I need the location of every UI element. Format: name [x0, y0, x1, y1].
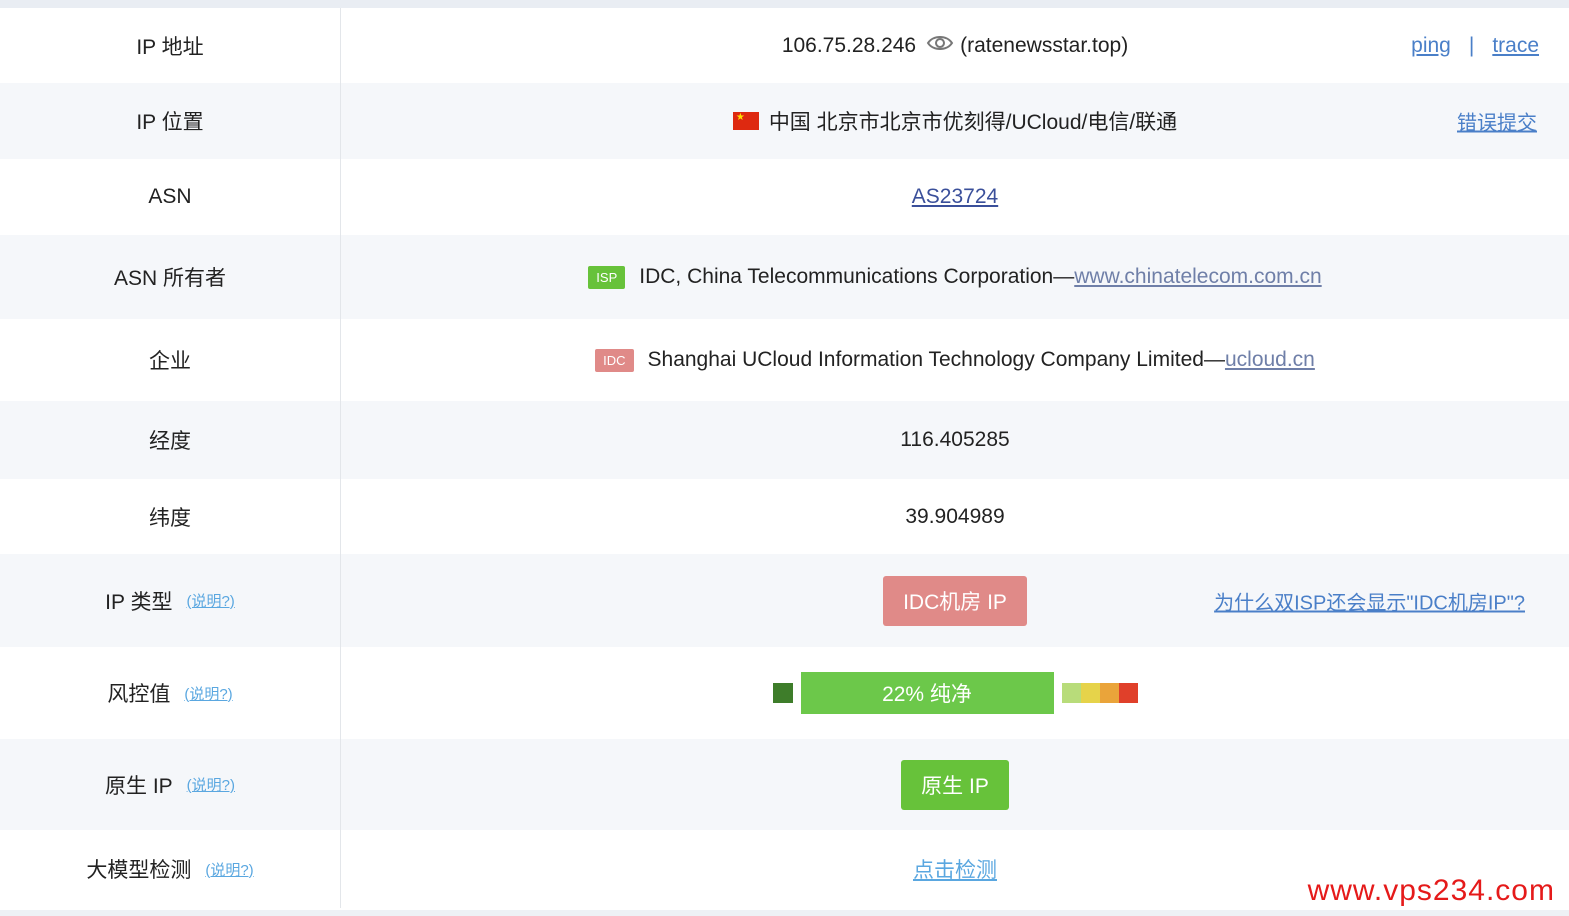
location-text: 中国 北京市北京市优刻得/UCloud/电信/联通: [768, 111, 1178, 134]
isp-tag: ISP: [588, 265, 626, 289]
ip-text: 106.75.28.246: [781, 33, 917, 57]
asn-link[interactable]: AS23724: [912, 185, 998, 209]
ip-actions: ping | trace: [1411, 34, 1539, 58]
label-longitude: 经度: [0, 401, 341, 479]
row-latitude: 纬度 39.904989: [0, 479, 1569, 554]
native-ip-badge: 原生 IP: [901, 759, 1009, 810]
risk-scale-segment: [1118, 683, 1138, 703]
risk-scale-segment: [1080, 683, 1100, 703]
china-flag-icon: [732, 112, 759, 130]
label-latitude: 纬度: [0, 479, 341, 554]
idc-tag: IDC: [595, 348, 634, 372]
action-separator: |: [1468, 33, 1475, 57]
row-ip-address: IP 地址 106.75.28.246 (ratenewsstar.top) p…: [0, 8, 1569, 83]
row-longitude: 经度 116.405285: [0, 401, 1569, 479]
label-asn: ASN: [0, 159, 341, 235]
eye-icon[interactable]: [926, 33, 954, 59]
hostname-text: (ratenewsstar.top): [960, 33, 1129, 57]
watermark: www.vps234.com: [1307, 874, 1555, 907]
risk-meter: 22% 纯净: [772, 672, 1138, 714]
native-ip-help-link[interactable]: (说明?): [187, 774, 235, 795]
value-longitude: 116.405285: [341, 401, 1569, 479]
row-company: 企业 IDC Shanghai UCloud Information Techn…: [0, 319, 1569, 401]
value-ip-address: 106.75.28.246 (ratenewsstar.top) ping | …: [341, 8, 1569, 83]
risk-help-link[interactable]: (说明?): [184, 683, 232, 704]
report-error-link[interactable]: 错误提交: [1457, 107, 1537, 136]
label-llm-detection: 大模型检测 (说明?): [0, 830, 341, 908]
row-asn-owner: ASN 所有者 ISP IDC, China Telecommunication…: [0, 235, 1569, 319]
label-asn-owner: ASN 所有者: [0, 235, 341, 319]
label-native-ip: 原生 IP (说明?): [0, 739, 341, 830]
llm-help-link[interactable]: (说明?): [205, 859, 253, 880]
value-risk-score: 22% 纯净: [341, 647, 1569, 739]
row-ip-location: IP 位置 中国 北京市北京市优刻得/UCloud/电信/联通 错误提交: [0, 83, 1569, 159]
idc-ip-badge: IDC机房 IP: [883, 575, 1027, 626]
asn-owner-url[interactable]: www.chinatelecom.com.cn: [1074, 265, 1321, 289]
risk-score-text: 22% 纯净: [882, 683, 972, 706]
ip-type-help-link[interactable]: (说明?): [186, 590, 234, 611]
risk-score-bar: 22% 纯净: [800, 672, 1054, 714]
value-asn-owner: ISP IDC, China Telecommunications Corpor…: [341, 235, 1569, 319]
label-ip-address: IP 地址: [0, 8, 341, 83]
company-url[interactable]: ucloud.cn: [1225, 348, 1315, 372]
longitude-text: 116.405285: [900, 428, 1010, 451]
label-ip-type: IP 类型 (说明?): [0, 554, 341, 647]
ip-info-table: IP 地址 106.75.28.246 (ratenewsstar.top) p…: [0, 8, 1569, 908]
value-company: IDC Shanghai UCloud Information Technolo…: [341, 319, 1569, 401]
value-ip-type: IDC机房 IP 为什么双ISP还会显示"IDC机房IP"?: [341, 554, 1569, 647]
top-border: [0, 0, 1569, 8]
label-risk-score: 风控值 (说明?): [0, 647, 341, 739]
value-native-ip: 原生 IP: [341, 739, 1569, 830]
risk-low-indicator: [772, 683, 793, 703]
label-company: 企业: [0, 319, 341, 401]
ping-link[interactable]: ping: [1411, 34, 1451, 58]
dual-isp-question-link[interactable]: 为什么双ISP还会显示"IDC机房IP"?: [1214, 586, 1525, 615]
value-ip-location: 中国 北京市北京市优刻得/UCloud/电信/联通 错误提交: [341, 83, 1569, 159]
click-detect-link[interactable]: 点击检测: [913, 854, 997, 884]
value-asn: AS23724: [341, 159, 1569, 235]
row-risk-score: 风控值 (说明?) 22% 纯净: [0, 647, 1569, 739]
risk-scale-segment: [1061, 683, 1081, 703]
label-ip-location: IP 位置: [0, 83, 341, 159]
row-asn: ASN AS23724: [0, 159, 1569, 235]
risk-scale: [1061, 683, 1138, 703]
trace-link[interactable]: trace: [1492, 34, 1539, 58]
company-text: Shanghai UCloud Information Technology C…: [647, 348, 1225, 371]
row-ip-type: IP 类型 (说明?) IDC机房 IP 为什么双ISP还会显示"IDC机房IP…: [0, 554, 1569, 647]
value-latitude: 39.904989: [341, 479, 1569, 554]
asn-owner-text: IDC, China Telecommunications Corporatio…: [639, 265, 1075, 288]
latitude-text: 39.904989: [905, 504, 1005, 528]
row-native-ip: 原生 IP (说明?) 原生 IP: [0, 739, 1569, 830]
bottom-border: [0, 910, 1569, 916]
risk-scale-segment: [1099, 683, 1119, 703]
